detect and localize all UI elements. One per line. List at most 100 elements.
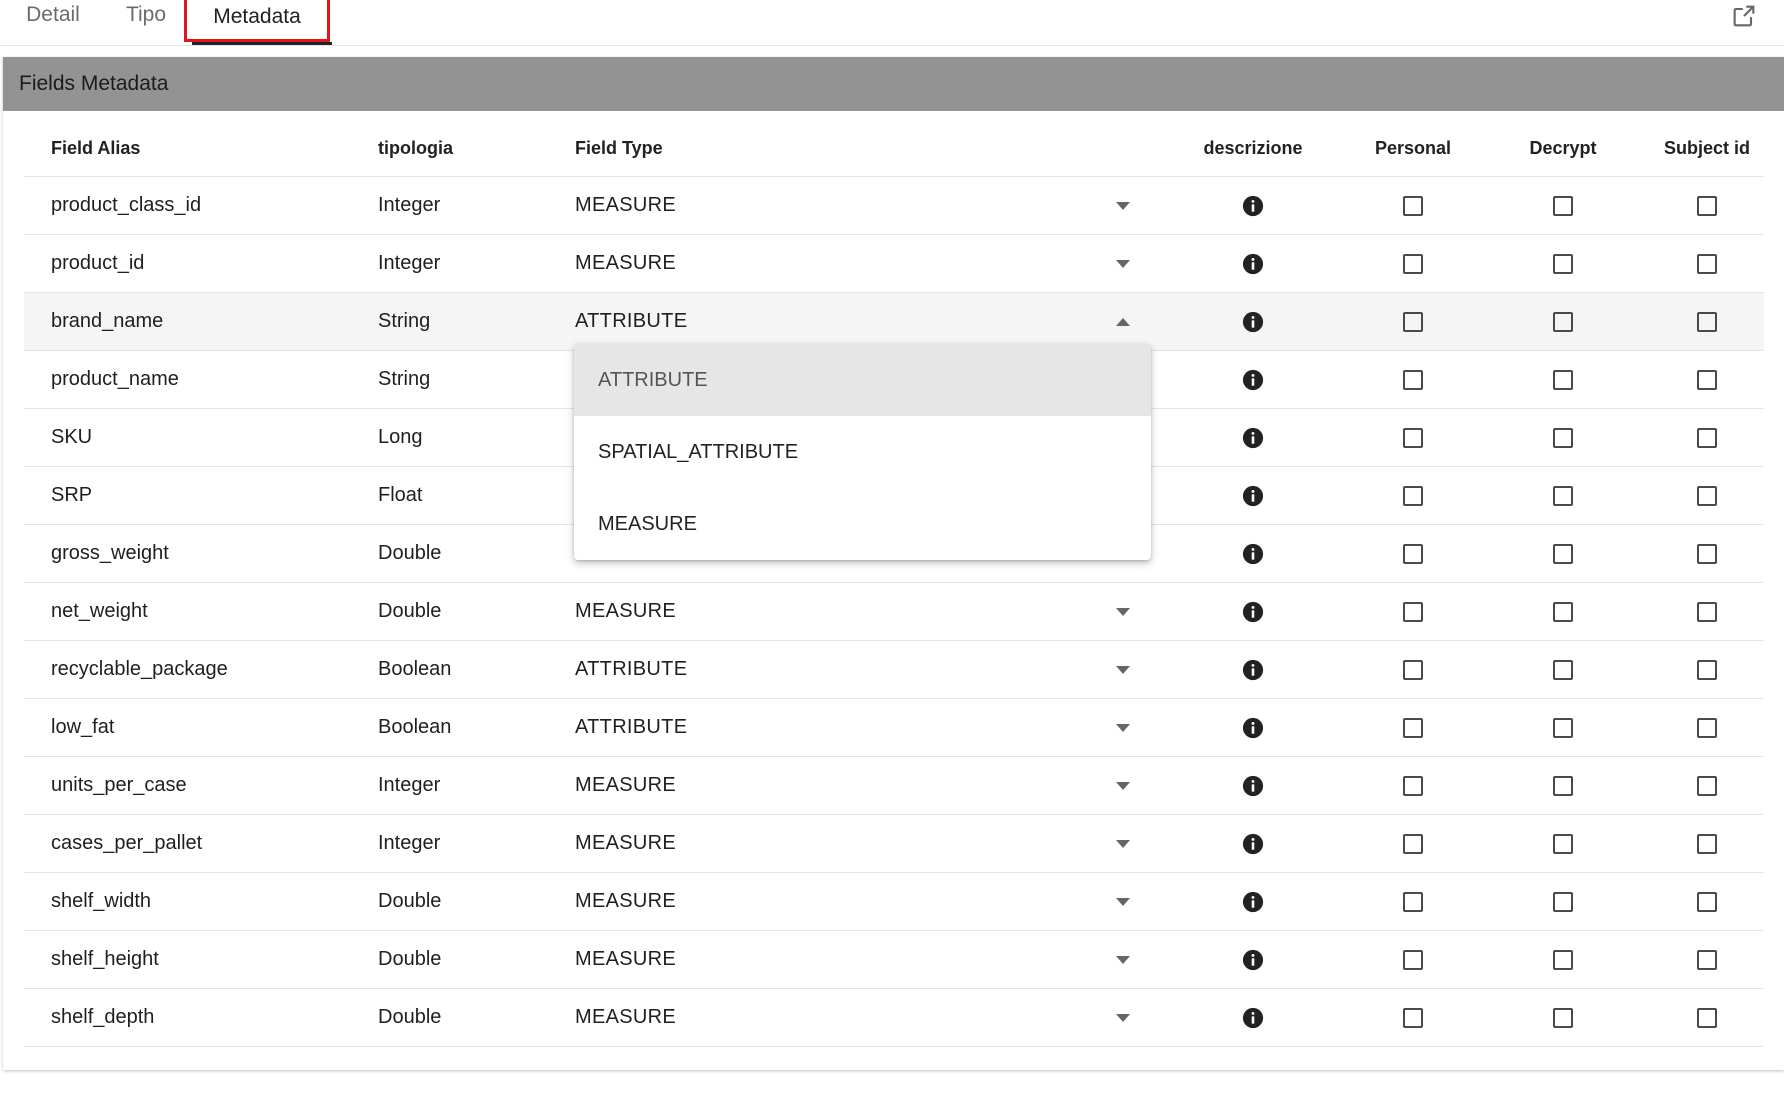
decrypt-checkbox[interactable] — [1553, 1007, 1573, 1028]
subject-id-checkbox[interactable] — [1697, 311, 1717, 332]
chevron-down-icon[interactable] — [1115, 873, 1131, 930]
personal-checkbox[interactable] — [1403, 369, 1423, 390]
chevron-down-icon[interactable] — [1115, 235, 1131, 292]
subject-id-checkbox[interactable] — [1697, 717, 1717, 738]
field-type-select[interactable]: ATTRIBUTE — [575, 641, 1145, 698]
decrypt-checkbox[interactable] — [1553, 543, 1573, 564]
subject-id-checkbox[interactable] — [1697, 949, 1717, 970]
decrypt-checkbox[interactable] — [1553, 601, 1573, 622]
decrypt-checkbox[interactable] — [1553, 949, 1573, 970]
info-icon[interactable] — [1188, 931, 1318, 988]
field-type-select[interactable]: MEASURE — [575, 815, 1145, 872]
field-type-value: MEASURE — [575, 890, 677, 912]
field-alias: shelf_width — [51, 890, 152, 912]
decrypt-checkbox[interactable] — [1553, 833, 1573, 854]
dropdown-option[interactable]: ATTRIBUTE — [574, 344, 1151, 416]
field-type-select[interactable]: MEASURE — [575, 873, 1145, 930]
personal-checkbox[interactable] — [1403, 601, 1423, 622]
share-icon[interactable] — [1730, 2, 1758, 30]
chevron-up-icon[interactable] — [1115, 293, 1131, 350]
subject-id-checkbox[interactable] — [1697, 601, 1717, 622]
personal-checkbox[interactable] — [1403, 195, 1423, 216]
subject-id-checkbox[interactable] — [1697, 659, 1717, 680]
personal-checkbox[interactable] — [1403, 1007, 1423, 1028]
field-type-select[interactable]: MEASURE — [575, 931, 1145, 988]
field-type-select[interactable]: MEASURE — [575, 235, 1145, 292]
table-row: product_id Integer MEASURE — [24, 235, 1764, 293]
dropdown-option[interactable]: MEASURE — [574, 488, 1151, 560]
info-icon[interactable] — [1188, 699, 1318, 756]
chevron-down-icon[interactable] — [1115, 641, 1131, 698]
personal-checkbox[interactable] — [1403, 543, 1423, 564]
field-type-value: MEASURE — [575, 948, 677, 970]
info-icon[interactable] — [1188, 757, 1318, 814]
field-type-dropdown-menu[interactable]: ATTRIBUTE SPATIAL_ATTRIBUTE MEASURE — [574, 344, 1151, 560]
personal-checkbox[interactable] — [1403, 659, 1423, 680]
subject-id-checkbox[interactable] — [1697, 253, 1717, 274]
decrypt-checkbox[interactable] — [1553, 717, 1573, 738]
decrypt-checkbox[interactable] — [1553, 195, 1573, 216]
info-icon[interactable] — [1188, 989, 1318, 1046]
info-icon[interactable] — [1188, 409, 1318, 466]
info-icon[interactable] — [1188, 873, 1318, 930]
chevron-down-icon[interactable] — [1115, 989, 1131, 1046]
table-header-row: Field Alias tipologia Field Type descriz… — [24, 121, 1764, 177]
personal-checkbox[interactable] — [1403, 427, 1423, 448]
chevron-down-icon[interactable] — [1115, 757, 1131, 814]
chevron-down-icon[interactable] — [1115, 177, 1131, 234]
chevron-down-icon[interactable] — [1115, 583, 1131, 640]
tab-metadata[interactable]: Metadata — [184, 0, 330, 42]
subject-id-checkbox[interactable] — [1697, 1007, 1717, 1028]
subject-id-checkbox[interactable] — [1697, 543, 1717, 564]
decrypt-checkbox[interactable] — [1553, 427, 1573, 448]
tab-tipo[interactable]: Tipo — [122, 0, 170, 44]
chevron-down-icon[interactable] — [1115, 931, 1131, 988]
personal-checkbox[interactable] — [1403, 485, 1423, 506]
info-icon[interactable] — [1188, 641, 1318, 698]
decrypt-checkbox[interactable] — [1553, 311, 1573, 332]
subject-id-checkbox[interactable] — [1697, 833, 1717, 854]
personal-checkbox[interactable] — [1403, 717, 1423, 738]
personal-checkbox[interactable] — [1403, 949, 1423, 970]
info-icon[interactable] — [1188, 525, 1318, 582]
field-type-select[interactable]: ATTRIBUTE — [575, 699, 1145, 756]
decrypt-checkbox[interactable] — [1553, 369, 1573, 390]
chevron-down-icon[interactable] — [1115, 815, 1131, 872]
decrypt-checkbox[interactable] — [1553, 775, 1573, 796]
info-icon[interactable] — [1188, 815, 1318, 872]
subject-id-checkbox[interactable] — [1697, 891, 1717, 912]
field-type-select[interactable]: MEASURE — [575, 989, 1145, 1046]
personal-checkbox[interactable] — [1403, 253, 1423, 274]
chevron-down-icon[interactable] — [1115, 699, 1131, 756]
personal-checkbox[interactable] — [1403, 311, 1423, 332]
dropdown-option[interactable]: SPATIAL_ATTRIBUTE — [574, 416, 1151, 488]
info-icon[interactable] — [1188, 583, 1318, 640]
field-type-select[interactable]: MEASURE — [575, 757, 1145, 814]
personal-checkbox[interactable] — [1403, 833, 1423, 854]
field-type-select[interactable]: MEASURE — [575, 583, 1145, 640]
tab-detail[interactable]: Detail — [17, 0, 89, 44]
subject-id-checkbox-cell — [1642, 583, 1772, 640]
personal-checkbox[interactable] — [1403, 891, 1423, 912]
field-type-select[interactable]: MEASURE — [575, 177, 1145, 234]
personal-checkbox[interactable] — [1403, 775, 1423, 796]
field-tipologia: Double — [378, 600, 442, 622]
decrypt-checkbox[interactable] — [1553, 253, 1573, 274]
subject-id-checkbox[interactable] — [1697, 775, 1717, 796]
subject-id-checkbox[interactable] — [1697, 485, 1717, 506]
info-icon[interactable] — [1188, 177, 1318, 234]
subject-id-checkbox[interactable] — [1697, 369, 1717, 390]
info-icon[interactable] — [1188, 235, 1318, 292]
subject-id-checkbox[interactable] — [1697, 427, 1717, 448]
info-icon[interactable] — [1188, 351, 1318, 408]
decrypt-checkbox[interactable] — [1553, 485, 1573, 506]
decrypt-checkbox[interactable] — [1553, 659, 1573, 680]
field-alias: shelf_depth — [51, 1006, 155, 1028]
personal-checkbox-cell — [1348, 525, 1478, 582]
field-type-select[interactable]: ATTRIBUTE — [575, 293, 1145, 350]
decrypt-checkbox[interactable] — [1553, 891, 1573, 912]
subject-id-checkbox[interactable] — [1697, 195, 1717, 216]
decrypt-checkbox-cell — [1498, 583, 1628, 640]
info-icon[interactable] — [1188, 467, 1318, 524]
info-icon[interactable] — [1188, 293, 1318, 350]
